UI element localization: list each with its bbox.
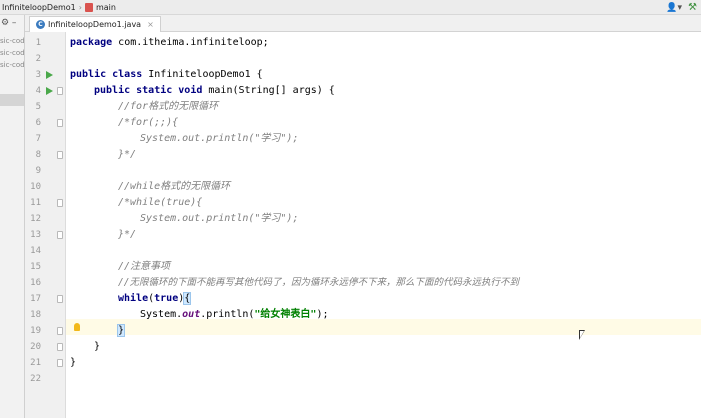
build-icon[interactable]: ⚒ — [688, 2, 697, 13]
code-line-1: package com.itheima.infiniteloop; — [70, 37, 269, 48]
code-line-8: }*/ — [118, 149, 137, 160]
project-panel: ⚙ – sic-code sic-code sic-code — [0, 15, 25, 418]
line-number: 2 — [35, 54, 41, 64]
code-line-20: } — [94, 341, 101, 352]
code-line-19: } — [116, 323, 126, 339]
line-number: 5 — [35, 102, 41, 112]
line-number: 7 — [35, 134, 41, 144]
line-number: 1 — [35, 38, 41, 48]
code-line-3: public class InfiniteloopDemo1 { — [70, 69, 263, 80]
close-icon[interactable]: × — [147, 20, 154, 29]
line-number: 19 — [30, 326, 41, 336]
code-editor[interactable]: package com.itheima.infiniteloop; public… — [66, 32, 701, 418]
line-number: 22 — [30, 374, 41, 384]
code-line-16: //无限循环的下面不能再写其他代码了，因为循环永远停不下来，那么下面的代码永远执… — [118, 277, 519, 288]
code-line-15: //注意事项 — [118, 261, 171, 272]
user-icon[interactable]: 👤▾ — [666, 3, 682, 13]
line-number: 8 — [35, 150, 41, 160]
fold-icon[interactable] — [57, 327, 63, 335]
code-line-12: System.out.println("学习"); — [140, 213, 299, 224]
breadcrumb: InfiniteloopDemo1 › main — [0, 2, 116, 12]
project-tree-item[interactable]: sic-code — [0, 61, 24, 69]
line-number: 3 — [35, 70, 41, 80]
line-number: 12 — [30, 214, 41, 224]
line-number: 14 — [30, 246, 41, 256]
matching-brace: { — [183, 292, 192, 305]
navigation-bar: InfiniteloopDemo1 › main 👤▾ ⚒ — [0, 0, 701, 15]
code-line-5: //for格式的无限循环 — [118, 101, 219, 112]
code-line-21: } — [70, 357, 77, 368]
java-class-icon: C — [36, 20, 45, 29]
text-caret — [124, 324, 126, 336]
fold-icon[interactable] — [57, 151, 63, 159]
method-icon — [84, 2, 93, 12]
code-line-11: /*while(true){ — [118, 197, 203, 208]
code-line-4: public static void main(String[] args) { — [94, 85, 335, 96]
line-number: 16 — [30, 278, 41, 288]
breadcrumb-separator-icon: › — [78, 2, 82, 12]
mouse-cursor-icon — [579, 330, 585, 340]
gear-icon[interactable]: ⚙ – — [1, 18, 16, 28]
line-number: 6 — [35, 118, 41, 128]
line-number: 4 — [35, 86, 41, 96]
tab-infiniteloopdemo1[interactable]: C InfiniteloopDemo1.java × — [29, 16, 161, 32]
code-line-10: //while格式的无限循环 — [118, 181, 231, 192]
fold-icon[interactable] — [57, 119, 63, 127]
project-tree-selection[interactable] — [0, 94, 24, 106]
line-number: 11 — [30, 198, 41, 208]
code-line-17: while(true){ — [118, 292, 192, 305]
code-line-6: /*for(;;){ — [118, 117, 179, 128]
lightbulb-icon[interactable] — [74, 323, 80, 331]
line-number: 13 — [30, 230, 41, 240]
breadcrumb-method[interactable]: main — [96, 3, 116, 12]
breadcrumb-project[interactable]: InfiniteloopDemo1 — [2, 3, 76, 12]
line-number: 17 — [30, 294, 41, 304]
code-line-7: System.out.println("学习"); — [140, 133, 299, 144]
line-number: 21 — [30, 358, 41, 368]
line-number: 18 — [30, 310, 41, 320]
run-method-icon[interactable] — [46, 87, 53, 95]
project-tree-item[interactable]: sic-code — [0, 37, 24, 45]
toolbar-right: 👤▾ ⚒ — [666, 0, 697, 15]
fold-icon[interactable] — [57, 231, 63, 239]
run-class-icon[interactable] — [46, 71, 53, 79]
tab-label: InfiniteloopDemo1.java — [48, 20, 142, 29]
code-line-18: System.out.println("给女神表白"); — [140, 309, 329, 320]
line-number: 9 — [35, 166, 41, 176]
fold-icon[interactable] — [57, 199, 63, 207]
fold-icon[interactable] — [57, 87, 63, 95]
code-line-13: }*/ — [118, 229, 137, 240]
line-number: 15 — [30, 262, 41, 272]
fold-icon[interactable] — [57, 359, 63, 367]
fold-icon[interactable] — [57, 343, 63, 351]
line-number: 20 — [30, 342, 41, 352]
project-tree-item[interactable]: sic-code — [0, 49, 24, 57]
editor-tab-strip: C InfiniteloopDemo1.java × — [25, 15, 701, 32]
fold-icon[interactable] — [57, 295, 63, 303]
editor-gutter: 1 2 3 4 5 6 7 8 9 10 11 12 13 14 15 16 1… — [25, 32, 66, 418]
line-number: 10 — [30, 182, 41, 192]
